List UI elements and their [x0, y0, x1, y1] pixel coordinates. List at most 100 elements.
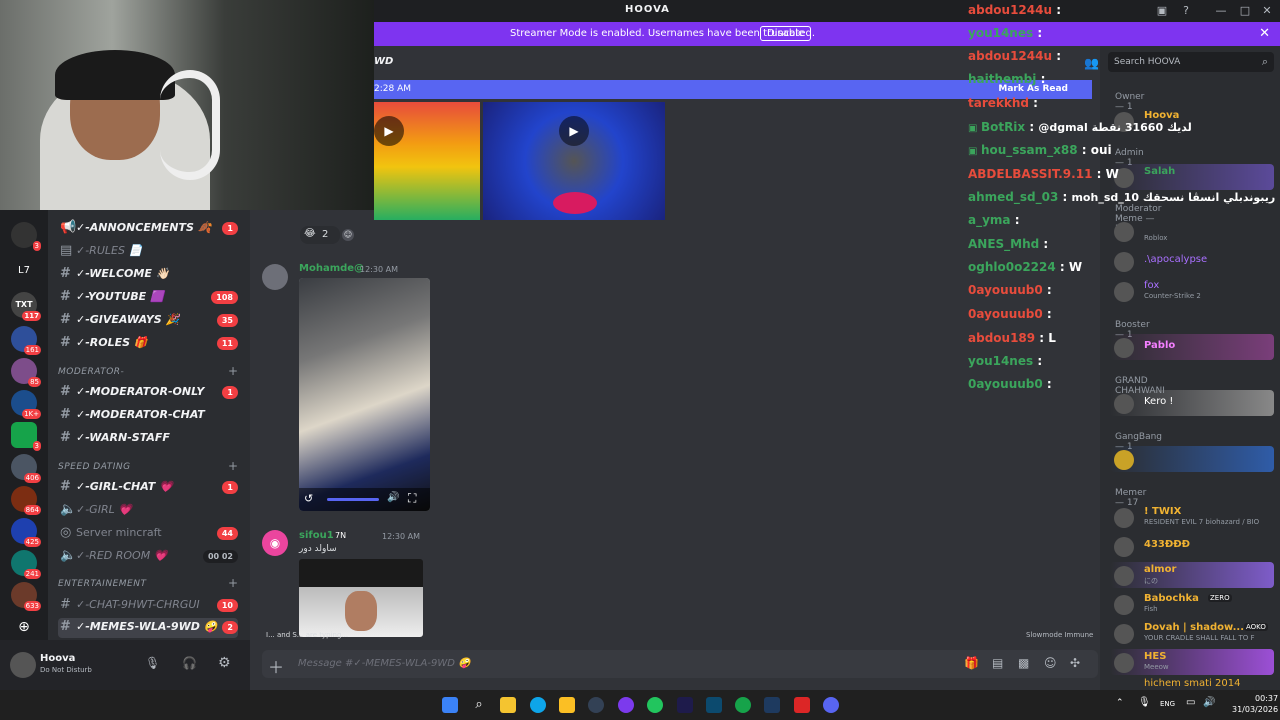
member-item[interactable] — [1110, 446, 1274, 472]
microphone-icon[interactable]: 🎙 — [145, 656, 160, 670]
app-icon[interactable] — [588, 697, 604, 713]
server-icon[interactable]: 241 — [11, 550, 41, 579]
username[interactable]: Hoova — [40, 653, 75, 664]
add-reaction-icon[interactable]: ☺ — [342, 229, 354, 241]
member-item[interactable]: Salah — [1110, 164, 1274, 190]
app-icon[interactable] — [735, 697, 751, 713]
search-box[interactable]: Search HOOVA ⌕ — [1108, 52, 1274, 72]
add-channel-icon[interactable]: + — [228, 364, 238, 378]
search-icon[interactable]: ⌕ — [471, 697, 487, 713]
clock[interactable]: 00:37 31/03/2026 — [1232, 693, 1278, 715]
channel-item[interactable]: # ✓-MODERATOR-ONLY 1 — [58, 383, 238, 403]
member-item[interactable]: hichem smati 2014 — [1110, 678, 1274, 690]
network-icon[interactable]: ▭ — [1186, 697, 1195, 708]
member-item[interactable]: .\apocalypse — [1110, 248, 1274, 274]
search-input[interactable]: Search HOOVA — [1114, 57, 1180, 67]
avatar[interactable] — [10, 652, 36, 678]
steam-icon[interactable] — [764, 697, 780, 713]
progress-bar[interactable] — [327, 498, 379, 501]
channel-item[interactable]: # ✓-WARN-STAFF — [58, 429, 238, 449]
category-entertainement[interactable]: ENTERTAINEMENT — [58, 579, 146, 589]
video-player[interactable]: ↺ 🔊 ⛶ — [299, 278, 430, 511]
photoshop-icon[interactable] — [706, 697, 722, 713]
channel-item[interactable]: ◎ Server mincraft 44 — [58, 524, 238, 544]
avatar[interactable] — [262, 264, 288, 290]
server-icon[interactable]: 425 — [11, 518, 41, 547]
app-icon[interactable] — [618, 697, 634, 713]
channel-item-active[interactable]: # ✓-MEMES-WLA-9WD 🤪 2 — [58, 618, 238, 638]
server-icon[interactable]: TXT 117 — [11, 292, 41, 321]
member-item[interactable]: Pablo — [1110, 334, 1274, 360]
inbox-icon[interactable]: ▣ — [1155, 4, 1169, 18]
store-icon[interactable] — [559, 697, 575, 713]
apps-icon[interactable]: ✣ — [1070, 656, 1080, 670]
add-channel-icon[interactable]: + — [228, 576, 238, 590]
member-item[interactable]: HES Meeow — [1110, 649, 1274, 675]
channel-item[interactable]: # ✓-MODERATOR-CHAT — [58, 406, 238, 426]
reaction[interactable]: 😂 2 — [300, 226, 340, 244]
member-item[interactable]: fox Counter-Strike 2 — [1110, 278, 1274, 304]
help-icon[interactable]: ? — [1179, 4, 1193, 18]
fullscreen-icon[interactable]: ⛶ — [408, 491, 416, 506]
member-item[interactable]: Dovah | shadow... AOKO YOUR CRADLE SHALL F… — [1110, 620, 1274, 646]
obs-icon[interactable] — [794, 697, 810, 713]
microphone-icon[interactable]: 🎙 — [1138, 697, 1151, 708]
gift-icon[interactable]: 🎁 — [964, 656, 979, 670]
message-author[interactable]: Mohamde@ — [299, 263, 364, 274]
member-item[interactable]: Roblox — [1110, 218, 1274, 244]
play-icon[interactable]: ▶ — [559, 116, 589, 146]
attach-plus-icon[interactable]: ＋ — [268, 654, 284, 678]
sticker-icon[interactable]: ▩ — [1018, 656, 1029, 670]
emoji-icon[interactable]: ☺ — [1044, 656, 1057, 670]
category-speed-dating[interactable]: SPEED DATING — [58, 462, 131, 472]
replay-icon[interactable]: ↺ — [304, 492, 313, 505]
minimize-icon[interactable]: — — [1214, 4, 1228, 18]
chrome-icon[interactable] — [647, 697, 663, 713]
server-icon[interactable]: 85 — [11, 358, 41, 387]
edge-icon[interactable] — [530, 697, 546, 713]
member-item[interactable]: Kero ! — [1110, 390, 1274, 416]
server-icon[interactable]: 633 — [11, 582, 41, 611]
server-icon[interactable]: 1K+ — [11, 390, 41, 419]
discord-avatar-icon[interactable]: ◉ — [262, 530, 288, 556]
channel-item[interactable]: 🔈 ✓-GIRL 💗 — [58, 501, 238, 521]
server-icon[interactable]: 161 — [11, 326, 41, 355]
gif-icon[interactable]: ▤ — [992, 656, 1003, 670]
channel-item[interactable]: 🔈 ✓-RED ROOM 💗 00 02 — [58, 547, 238, 567]
headphones-icon[interactable]: 🎧 — [182, 656, 197, 670]
language-label[interactable]: ENG — [1160, 700, 1175, 708]
member-item[interactable]: almor にの — [1110, 562, 1274, 588]
volume-icon[interactable]: 🔊 — [1203, 697, 1215, 708]
premiere-icon[interactable] — [677, 697, 693, 713]
channel-item[interactable]: 📢 ✓-ANNONCEMENTS 🍂 1 — [58, 219, 238, 239]
server-icon[interactable]: 406 — [11, 454, 41, 483]
gif-thumbnail[interactable]: ▶ — [374, 102, 480, 220]
server-icon[interactable]: 3 — [11, 222, 41, 251]
member-item[interactable]: 433ƉƉƉ — [1110, 533, 1274, 559]
server-icon[interactable]: 864 — [11, 486, 41, 515]
server-icon[interactable]: 3 — [11, 422, 41, 451]
play-icon[interactable]: ▶ — [374, 116, 404, 146]
gif-thumbnail-2[interactable]: ▶ — [483, 102, 665, 220]
maximize-icon[interactable]: □ — [1238, 4, 1252, 18]
channel-item[interactable]: # ✓-CHAT-9HWT-CHRGUI 10 — [58, 596, 238, 616]
category-moderator[interactable]: MODERATOR- — [58, 367, 124, 377]
member-item[interactable]: ! TWIX RESIDENT EVIL 7 biohazard / BIO — [1110, 504, 1274, 530]
windows-start-icon[interactable] — [442, 697, 458, 713]
member-item[interactable]: Babochka ZERO Fish — [1110, 591, 1274, 617]
close-window-icon[interactable]: ✕ — [1260, 4, 1274, 18]
channel-item[interactable]: # ✓-WELCOME 👋🏻 — [58, 265, 238, 285]
channel-item[interactable]: # ✓-ROLES 🎁 11 — [58, 334, 238, 354]
server-icon[interactable]: L7 — [11, 258, 37, 284]
add-channel-icon[interactable]: + — [228, 459, 238, 473]
disable-streamer-button[interactable]: Disable — [760, 26, 812, 41]
channel-item[interactable]: # ✓-YOUTUBE 🟪 108 — [58, 288, 238, 308]
message-input[interactable]: Message #✓-MEMES-WLA-9WD 🤪 — [298, 658, 471, 669]
file-explorer-icon[interactable] — [500, 697, 516, 713]
channel-item[interactable]: # ✓-GIRL-CHAT 💗 1 — [58, 478, 238, 498]
add-server-icon[interactable]: ⊕ — [11, 614, 37, 640]
image-attachment[interactable] — [299, 559, 423, 637]
message-composer[interactable]: ＋ Message #✓-MEMES-WLA-9WD 🤪 🎁 ▤ ▩ ☺ ✣ — [262, 650, 1098, 678]
close-icon[interactable]: ✕ — [1259, 26, 1270, 41]
channel-item[interactable]: ▤ ✓-RULES 📄 — [58, 242, 238, 262]
